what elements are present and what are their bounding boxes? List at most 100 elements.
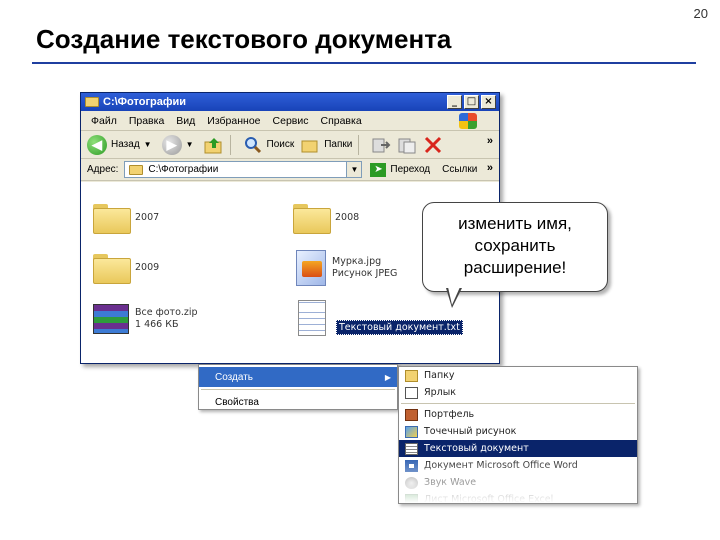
submenu-label: Лист Microsoft Office Excel — [424, 494, 554, 504]
back-arrow-icon[interactable]: ◀ — [87, 134, 107, 155]
address-input[interactable]: C:\Фотографии ▼ — [124, 161, 363, 178]
archive-icon — [93, 304, 129, 334]
minimize-button[interactable]: _ — [447, 95, 462, 109]
slide-number: 20 — [693, 6, 708, 21]
toolbar-separator — [358, 134, 360, 155]
address-dropdown-icon[interactable]: ▼ — [346, 162, 362, 177]
folders-button[interactable]: Папки — [324, 139, 352, 150]
folder-icon — [129, 164, 144, 175]
links-button[interactable]: Ссылки — [442, 164, 477, 175]
address-value: C:\Фотографии — [148, 164, 219, 175]
menu-edit[interactable]: Правка — [129, 115, 164, 127]
search-icon[interactable] — [243, 136, 263, 154]
folders-icon[interactable] — [300, 136, 320, 154]
submenu-label: Портфель — [424, 409, 475, 420]
text-file-icon — [298, 300, 326, 336]
window-title: C:\Фотографии — [103, 96, 187, 108]
menu-help[interactable]: Справка — [320, 115, 361, 127]
list-item[interactable]: 2009 — [93, 254, 160, 284]
toolbar: ◀ Назад ▼ ▶ ▼ Поиск Папки » — [81, 131, 499, 159]
callout-line: расширение! — [463, 258, 567, 277]
list-item[interactable]: 2008 — [293, 204, 360, 234]
context-menu-item-create[interactable]: Создать ▶ — [199, 367, 397, 387]
forward-dropdown-icon[interactable]: ▼ — [186, 140, 194, 149]
context-menu: Создать ▶ Свойства — [198, 364, 398, 410]
submenu-arrow-icon: ▶ — [384, 372, 391, 382]
submenu-item-word[interactable]: Документ Microsoft Office Word — [399, 457, 637, 474]
move-to-icon[interactable] — [371, 136, 391, 154]
image-file-icon — [296, 250, 326, 286]
submenu-item-excel[interactable]: Лист Microsoft Office Excel — [399, 491, 637, 504]
submenu-label: Папку — [424, 370, 455, 381]
callout-pointer-fill — [448, 287, 460, 305]
item-detail: Рисунок JPEG — [332, 268, 398, 279]
context-menu-label: Свойства — [215, 396, 259, 408]
shortcut-icon — [405, 386, 418, 399]
list-item[interactable]: Мурка.jpg Рисунок JPEG — [296, 250, 397, 286]
submenu-label: Ярлык — [424, 387, 456, 398]
folder-icon — [93, 204, 131, 234]
toolbar-more-icon[interactable]: » — [487, 135, 493, 147]
menu-separator — [201, 389, 395, 390]
delete-icon[interactable] — [423, 136, 443, 154]
toolbar-separator — [229, 134, 231, 155]
address-bar: Адрес: C:\Фотографии ▼ ➤ Переход Ссылки … — [81, 159, 499, 181]
folder-icon — [85, 97, 99, 107]
word-document-icon — [405, 459, 418, 472]
item-name: 2009 — [135, 262, 160, 273]
folder-icon — [293, 204, 331, 234]
list-item-selected[interactable]: Текстовый документ.txt — [298, 300, 463, 336]
search-button[interactable]: Поиск — [267, 139, 295, 150]
submenu-item-wave[interactable]: Звук Wave — [399, 474, 637, 491]
submenu-label: Текстовый документ — [424, 443, 529, 454]
item-name: Мурка.jpg — [332, 256, 382, 267]
submenu-item-folder[interactable]: Папку — [399, 367, 637, 384]
back-dropdown-icon[interactable]: ▼ — [144, 140, 152, 149]
item-detail: 1 466 КБ — [135, 319, 179, 330]
sound-icon — [405, 476, 418, 489]
briefcase-icon — [405, 408, 418, 421]
title-rule — [32, 62, 696, 64]
submenu-label: Звук Wave — [424, 477, 477, 488]
copy-to-icon[interactable] — [397, 136, 417, 154]
callout-line: изменить имя, — [458, 214, 572, 233]
submenu-label: Документ Microsoft Office Word — [424, 460, 578, 471]
menu-bar: Файл Правка Вид Избранное Сервис Справка — [81, 111, 499, 131]
item-name: Все фото.zip — [135, 307, 198, 318]
window-titlebar[interactable]: C:\Фотографии _ □ × — [81, 93, 499, 111]
excel-sheet-icon — [405, 493, 418, 503]
list-item[interactable]: 2007 — [93, 204, 160, 234]
folder-icon — [93, 254, 131, 284]
folder-up-icon[interactable] — [204, 136, 224, 154]
forward-arrow-icon[interactable]: ▶ — [161, 134, 182, 155]
bitmap-icon — [405, 425, 418, 438]
rename-field[interactable]: Текстовый документ.txt — [336, 320, 463, 335]
menu-favorites[interactable]: Избранное — [207, 115, 260, 127]
submenu-item-bitmap[interactable]: Точечный рисунок — [399, 423, 637, 440]
go-arrow-icon[interactable]: ➤ — [370, 162, 387, 177]
submenu-label: Точечный рисунок — [424, 426, 517, 437]
callout-note: изменить имя, сохранить расширение! — [422, 202, 608, 292]
create-submenu: Папку Ярлык Портфель Точечный рисунок Те… — [398, 366, 638, 504]
text-file-icon — [405, 442, 418, 455]
menu-tools[interactable]: Сервис — [273, 115, 309, 127]
close-button[interactable]: × — [481, 95, 496, 109]
menu-view[interactable]: Вид — [176, 115, 195, 127]
item-name: 2007 — [135, 212, 160, 223]
submenu-item-text-document[interactable]: Текстовый документ — [399, 440, 637, 457]
go-button[interactable]: Переход — [390, 164, 430, 175]
back-button[interactable]: Назад — [111, 139, 140, 150]
menu-separator — [401, 403, 635, 404]
submenu-item-briefcase[interactable]: Портфель — [399, 406, 637, 423]
callout-line: сохранить — [474, 236, 556, 255]
context-menu-item-properties[interactable]: Свойства — [199, 392, 397, 412]
item-name: 2008 — [335, 212, 360, 223]
maximize-button[interactable]: □ — [464, 95, 479, 109]
folder-icon — [405, 369, 418, 382]
links-more-icon[interactable]: » — [487, 162, 493, 174]
menu-file[interactable]: Файл — [91, 115, 117, 127]
list-item[interactable]: Все фото.zip 1 466 КБ — [93, 304, 198, 334]
submenu-item-shortcut[interactable]: Ярлык — [399, 384, 637, 401]
windows-logo-icon — [459, 113, 477, 129]
context-menu-label: Создать — [215, 371, 254, 383]
